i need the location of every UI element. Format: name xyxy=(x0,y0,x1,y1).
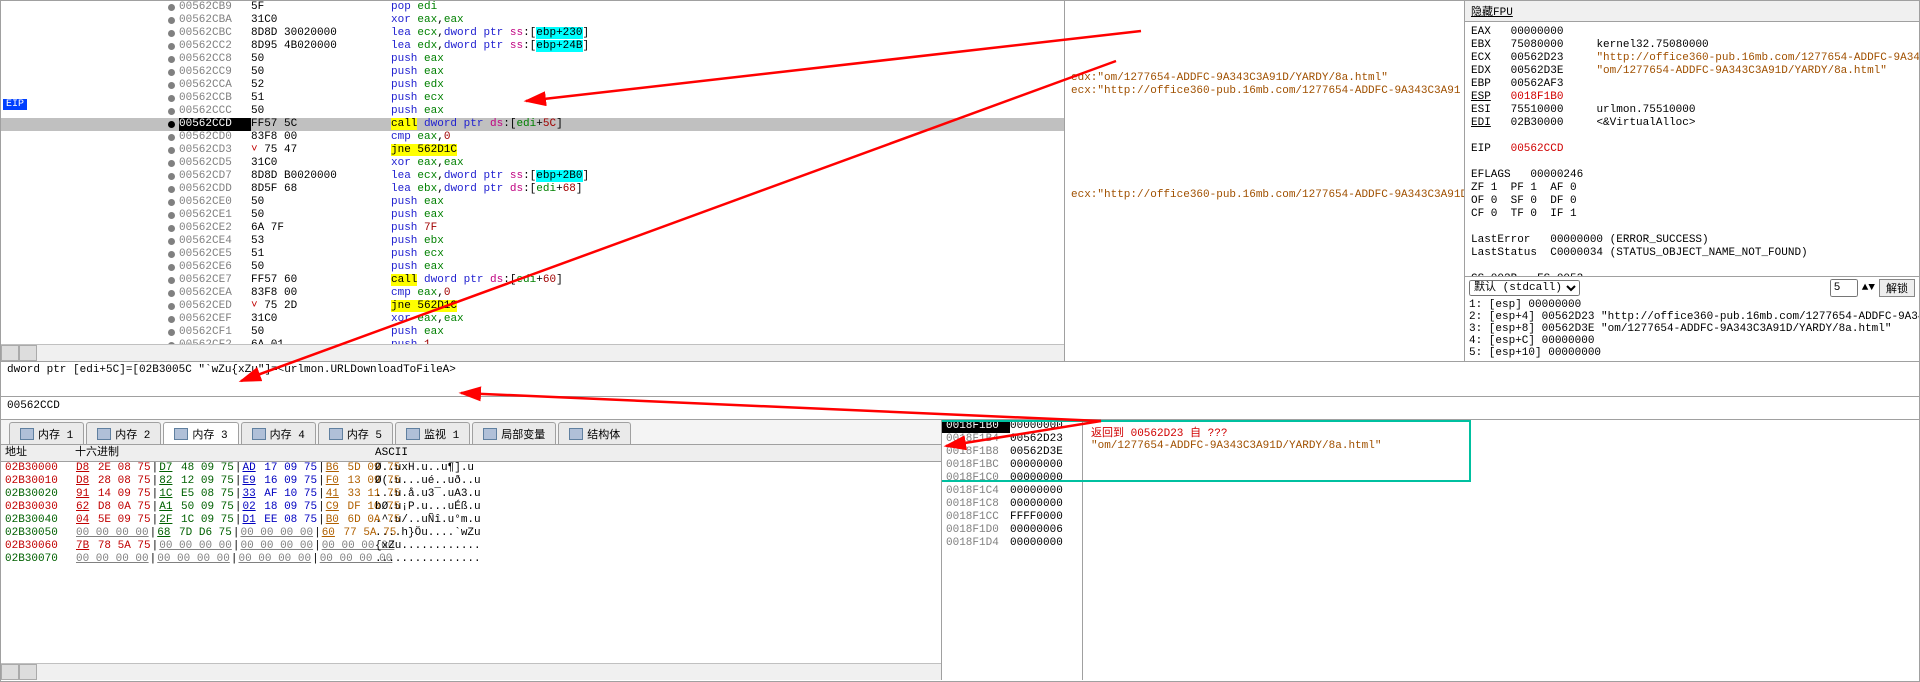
dump-row[interactable]: 02B3007000 00 00 00|00 00 00 00|00 00 00… xyxy=(1,553,941,566)
memory-icon xyxy=(97,428,111,440)
stack-pane[interactable]: 0018F1B0000000000018F1B400562D230018F1B8… xyxy=(942,420,1919,680)
info-line: dword ptr [edi+5C]=[02B3005C "`wZu{xZu"]… xyxy=(1,362,1919,397)
disasm-row[interactable]: 00562CF26A 01push 1 xyxy=(1,339,1064,344)
convention-select[interactable]: 默认 (stdcall) xyxy=(1469,280,1580,296)
disasm-row[interactable]: 00562CBC8D8D 30020000lea ecx,dword ptr s… xyxy=(1,27,1064,40)
disasm-row[interactable]: 00562CC28D95 4B020000lea edx,dword ptr s… xyxy=(1,40,1064,53)
memory-dump-pane[interactable]: 内存 1内存 2内存 3内存 4内存 5监视 1局部变量结构体 地址 十六进制 … xyxy=(1,420,942,680)
memory-icon xyxy=(406,428,420,440)
dump-tab[interactable]: 内存 1 xyxy=(9,422,84,444)
disasm-row[interactable]: 00562CEF31C0xor eax,eax xyxy=(1,313,1064,326)
dump-tab[interactable]: 内存 4 xyxy=(241,422,316,444)
memory-icon xyxy=(329,428,343,440)
call-args-panel: 默认 (stdcall) ▲▼ 解锁 1: [esp] 00000000 2: … xyxy=(1465,276,1919,361)
stack-row[interactable]: 0018F1D000000006 xyxy=(942,524,1082,537)
disasm-row[interactable]: 00562CE453push ebx xyxy=(1,235,1064,248)
stack-row[interactable]: 0018F1BC00000000 xyxy=(942,459,1082,472)
dump-tab[interactable]: 内存 5 xyxy=(318,422,393,444)
dump-tabs[interactable]: 内存 1内存 2内存 3内存 4内存 5监视 1局部变量结构体 xyxy=(1,420,941,445)
dump-row[interactable]: 02B30000D8 2E 08 75|D7 48 09 75|AD 17 09… xyxy=(1,462,941,475)
dump-tab[interactable]: 内存 2 xyxy=(86,422,161,444)
stack-row[interactable]: 0018F1B400562D23 xyxy=(942,433,1082,446)
disasm-row[interactable]: 00562CC850push eax xyxy=(1,53,1064,66)
lock-button[interactable]: 解锁 xyxy=(1879,279,1915,297)
disasm-row[interactable]: 00562CCA52push edx xyxy=(1,79,1064,92)
dump-tab[interactable]: 局部变量 xyxy=(472,422,556,444)
dump-row[interactable]: 02B3005000 00 00 00|68 7D D6 75|00 00 00… xyxy=(1,527,941,540)
dump-tab[interactable]: 监视 1 xyxy=(395,422,470,444)
memory-icon xyxy=(174,428,188,440)
call-args-list: 1: [esp] 00000000 2: [esp+4] 00562D23 "h… xyxy=(1469,299,1915,359)
memory-icon xyxy=(483,428,497,440)
memory-icon xyxy=(252,428,266,440)
dump-header: 地址 十六进制 ASCII xyxy=(1,445,941,462)
arg-count-spin[interactable] xyxy=(1830,279,1858,297)
disasm-row[interactable]: 00562CD3˅ 75 47jne 562D1C xyxy=(1,144,1064,157)
stack-row[interactable]: 0018F1C000000000 xyxy=(942,472,1082,485)
stack-row[interactable]: 0018F1D400000000 xyxy=(942,537,1082,550)
disasm-row[interactable]: 00562CE26A 7Fpush 7F xyxy=(1,222,1064,235)
stack-comments: 返回到 00562D23 自 ??? "om/1277654-ADDFC-9A3… xyxy=(1083,420,1919,680)
stack-row[interactable]: 0018F1B000000000 xyxy=(942,420,1082,433)
disasm-row[interactable]: 00562CE551push ecx xyxy=(1,248,1064,261)
stack-row[interactable]: 0018F1C400000000 xyxy=(942,485,1082,498)
disasm-row[interactable]: 00562CDD8D5F 68lea ebx,dword ptr ds:[edi… xyxy=(1,183,1064,196)
disasm-row[interactable]: 00562CCB51push ecx xyxy=(1,92,1064,105)
disasm-row[interactable]: 00562CCDFF57 5Ccall dword ptr ds:[edi+5C… xyxy=(1,118,1064,131)
stack-row[interactable]: 0018F1CCFFFF0000 xyxy=(942,511,1082,524)
dump-tab[interactable]: 结构体 xyxy=(558,422,631,444)
dump-row[interactable]: 02B30010D8 28 08 75|82 12 09 75|E9 16 09… xyxy=(1,475,941,488)
disasm-row[interactable]: 00562CD083F8 00cmp eax,0 xyxy=(1,131,1064,144)
disasm-row[interactable]: 00562CE150push eax xyxy=(1,209,1064,222)
disasm-hscroll[interactable] xyxy=(1,344,1064,361)
disasm-row[interactable]: 00562CF150push eax xyxy=(1,326,1064,339)
disasm-row[interactable]: 00562CED˅ 75 2Djne 562D1C xyxy=(1,300,1064,313)
hints-pane: edx:"om/1277654-ADDFC-9A343C3A91D/YARDY/… xyxy=(1065,1,1465,361)
disasm-row[interactable]: 00562CD78D8D B0020000lea ecx,dword ptr s… xyxy=(1,170,1064,183)
stack-row[interactable]: 0018F1B800562D3E xyxy=(942,446,1082,459)
dump-row[interactable]: 02B3002091 14 09 75|1C E5 08 75|33 AF 10… xyxy=(1,488,941,501)
disasm-row[interactable]: 00562CD531C0xor eax,eax xyxy=(1,157,1064,170)
disasm-row[interactable]: 00562CCC50push eax xyxy=(1,105,1064,118)
memory-icon xyxy=(20,428,34,440)
disasm-row[interactable]: 00562CE050push eax xyxy=(1,196,1064,209)
dump-row[interactable]: 02B300607B 78 5A 75|00 00 00 00|00 00 00… xyxy=(1,540,941,553)
disasm-row[interactable]: 00562CE650push eax xyxy=(1,261,1064,274)
disasm-row[interactable]: 00562CC950push eax xyxy=(1,66,1064,79)
registers-pane[interactable]: 隐藏FPU EAX 00000000 EBX 75080000 kernel32… xyxy=(1465,1,1919,361)
memory-icon xyxy=(569,428,583,440)
status-address: 00562CCD xyxy=(1,397,1919,420)
dump-row[interactable]: 02B3003062 D8 0A 75|A1 50 09 75|02 18 09… xyxy=(1,501,941,514)
disasm-row[interactable]: 00562CB95Fpop edi xyxy=(1,1,1064,14)
stack-row[interactable]: 0018F1C800000000 xyxy=(942,498,1082,511)
disassembly-pane[interactable]: 00562CB95Fpop edi00562CBA31C0xor eax,eax… xyxy=(1,1,1065,361)
hide-fpu-link[interactable]: 隐藏FPU xyxy=(1465,1,1919,22)
disasm-row[interactable]: 00562CBA31C0xor eax,eax xyxy=(1,14,1064,27)
disasm-row[interactable]: 00562CE7FF57 60call dword ptr ds:[edi+60… xyxy=(1,274,1064,287)
disasm-row[interactable]: 00562CEA83F8 00cmp eax,0 xyxy=(1,287,1064,300)
dump-tab[interactable]: 内存 3 xyxy=(163,422,238,444)
dump-row[interactable]: 02B3004004 5E 09 75|2F 1C 09 75|D1 EE 08… xyxy=(1,514,941,527)
dump-hscroll[interactable] xyxy=(1,663,941,680)
eip-indicator: EIP xyxy=(3,99,27,110)
